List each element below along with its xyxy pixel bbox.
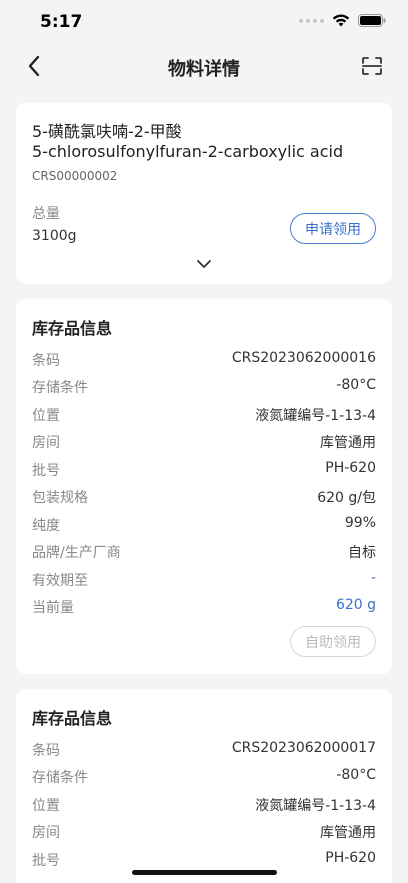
row-label: 当前量 <box>32 600 74 616</box>
info-row-brand: 品牌/生产厂商 自标 <box>32 542 376 562</box>
status-time: 5:17 <box>40 12 83 32</box>
inventory-card: 库存品信息 条码 CRS2023062000016 存储条件 -80°C 位置 … <box>16 299 392 674</box>
row-value: 620 g <box>335 597 376 613</box>
row-value: 99% <box>344 515 376 531</box>
row-value: 库管通用 <box>320 435 376 451</box>
row-label: 条码 <box>32 743 60 759</box>
row-label: 位置 <box>32 798 60 814</box>
nav-bar: 物料详情 <box>0 44 408 88</box>
material-card: 5-磺酰氯呋喃-2-甲酸 5-chlorosulfonylfuran-2-car… <box>16 103 392 284</box>
row-label: 条码 <box>32 353 60 369</box>
info-row-batch: 批号 PH-620 <box>32 850 376 870</box>
row-value: PH-620 <box>325 460 376 476</box>
inventory-title: 库存品信息 <box>32 319 113 338</box>
info-row-package: 包装规格 620 g/包 <box>32 487 376 507</box>
row-label: 品牌/生产厂商 <box>32 545 121 561</box>
row-label: 存储条件 <box>32 770 88 786</box>
total-label: 总量 <box>32 206 60 222</box>
scan-button[interactable] <box>358 52 386 80</box>
info-row-location: 位置 液氮罐编号-1-13-4 <box>32 795 376 815</box>
row-value: 库管通用 <box>320 825 376 841</box>
scan-icon <box>362 57 382 75</box>
row-label: 纯度 <box>32 518 60 534</box>
row-label: 房间 <box>32 825 60 841</box>
total-value: 3100g <box>32 228 77 244</box>
info-row-room: 房间 库管通用 <box>32 432 376 452</box>
row-label: 包装规格 <box>32 490 88 506</box>
info-row-barcode: 条码 CRS2023062000017 <box>32 740 376 760</box>
info-row-current-qty: 当前量 620 g <box>32 597 376 617</box>
row-value: - <box>370 570 376 586</box>
row-value: CRS2023062000016 <box>231 350 376 366</box>
battery-icon <box>358 14 386 27</box>
status-icons <box>299 14 386 27</box>
row-value: -80°C <box>336 377 376 393</box>
cellular-signal-icon <box>299 18 324 23</box>
row-value: PH-620 <box>325 850 376 866</box>
row-value: CRS2023062000017 <box>231 740 376 756</box>
info-row-barcode: 条码 CRS2023062000016 <box>32 350 376 370</box>
info-row-purity: 纯度 99% <box>32 515 376 535</box>
row-label: 有效期至 <box>32 573 88 589</box>
row-value: -80°C <box>336 767 376 783</box>
self-apply-button[interactable]: 自助领用 <box>290 626 376 657</box>
row-value: 液氮罐编号-1-13-4 <box>255 408 376 424</box>
info-row-storage: 存储条件 -80°C <box>32 377 376 397</box>
chevron-down-icon[interactable] <box>194 257 214 271</box>
row-label: 存储条件 <box>32 380 88 396</box>
status-bar: 5:17 <box>0 0 408 44</box>
page-title: 物料详情 <box>168 59 240 80</box>
info-row-storage: 存储条件 -80°C <box>32 767 376 787</box>
screen: 5:17 物料详情 5-磺酰氯呋喃-2-甲酸 5-chlorosulfonylf… <box>0 0 408 883</box>
material-name-cn: 5-磺酰氯呋喃-2-甲酸 <box>32 122 182 141</box>
apply-button[interactable]: 申请领用 <box>290 213 376 244</box>
row-label: 位置 <box>32 408 60 424</box>
info-row-room: 房间 库管通用 <box>32 822 376 842</box>
inventory-title: 库存品信息 <box>32 709 113 728</box>
row-value: 液氮罐编号-1-13-4 <box>255 798 376 814</box>
info-row-batch: 批号 PH-620 <box>32 460 376 480</box>
row-label: 批号 <box>32 853 60 869</box>
material-code: CRS00000002 <box>32 169 118 183</box>
row-label: 房间 <box>32 435 60 451</box>
row-value: 自标 <box>348 545 376 561</box>
home-indicator[interactable] <box>132 870 277 875</box>
row-value: 620 g/包 <box>317 490 376 506</box>
row-label: 批号 <box>32 463 60 479</box>
info-row-expiry: 有效期至 - <box>32 570 376 590</box>
material-name-en: 5-chlorosulfonylfuran-2-carboxylic acid <box>32 142 344 161</box>
inventory-card: 库存品信息 条码 CRS2023062000017 存储条件 -80°C 位置 … <box>16 689 392 883</box>
wifi-icon <box>332 14 350 27</box>
info-row-location: 位置 液氮罐编号-1-13-4 <box>32 405 376 425</box>
